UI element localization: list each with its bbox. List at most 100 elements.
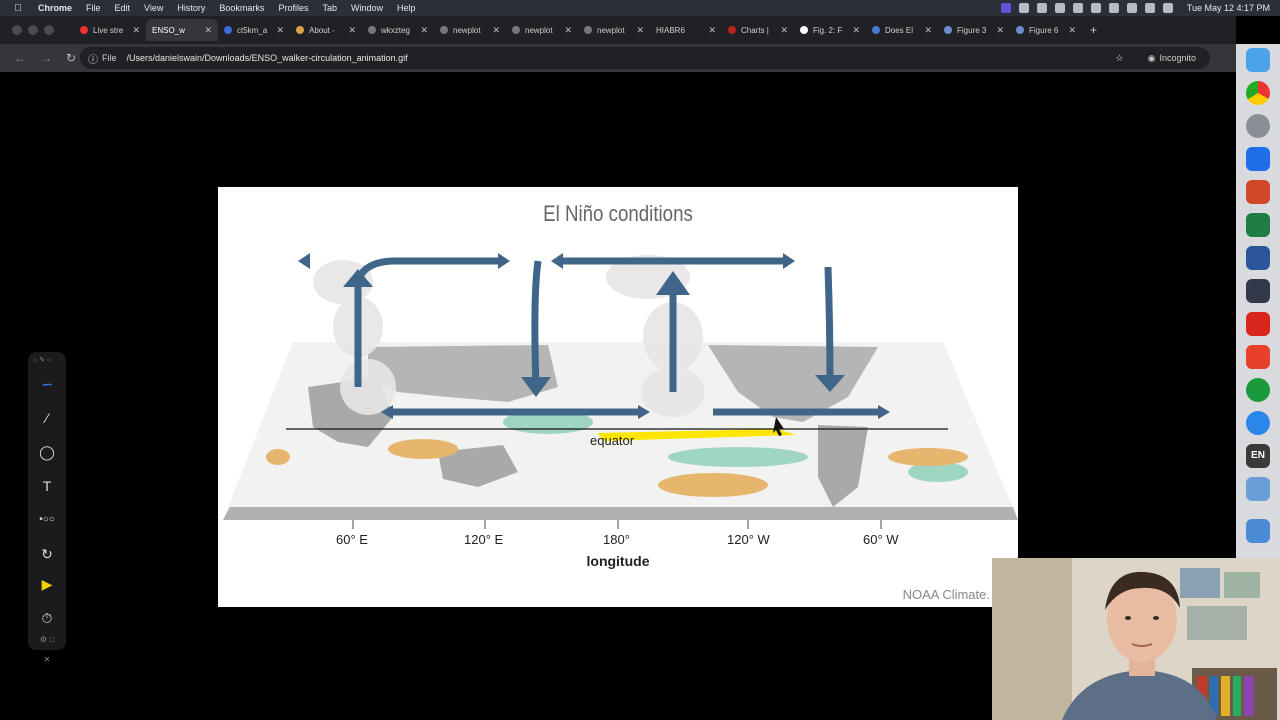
url-text[interactable]: /Users/danielswain/Downloads/ENSO_walker… <box>127 53 1116 63</box>
browser-tab[interactable]: HIABR6 ✕ <box>650 19 722 41</box>
new-tab-button[interactable]: + <box>1090 23 1097 37</box>
timer-icon[interactable]: ⏱ <box>37 608 57 628</box>
menubar-clock[interactable]: Tue May 12 4:17 PM <box>1187 3 1270 13</box>
input-language-icon[interactable]: EN <box>1246 444 1270 468</box>
browser-tab[interactable]: wkxzteg ✕ <box>362 19 434 41</box>
status-icon[interactable] <box>1072 3 1083 13</box>
powerpoint-icon[interactable] <box>1246 180 1270 204</box>
play-color-icon[interactable]: ▶ <box>37 574 57 594</box>
menu-help[interactable]: Help <box>397 3 416 13</box>
close-tab-icon[interactable]: ✕ <box>852 25 860 36</box>
browser-tab[interactable]: Live stre ✕ <box>74 19 146 41</box>
close-tab-icon[interactable]: ✕ <box>636 25 644 36</box>
close-tab-icon[interactable]: ✕ <box>420 25 428 36</box>
close-tab-icon[interactable]: ✕ <box>780 25 788 36</box>
menu-view[interactable]: View <box>144 3 163 13</box>
menu-history[interactable]: History <box>177 3 205 13</box>
text-tool-icon[interactable]: T <box>37 476 57 496</box>
bookmark-star-icon[interactable]: ☆ <box>1116 53 1124 64</box>
browser-tab[interactable]: ct5km_a ✕ <box>218 19 290 41</box>
chrome-icon[interactable] <box>1246 81 1270 105</box>
browser-tab[interactable]: Fig. 2: F ✕ <box>794 19 866 41</box>
app-icon[interactable] <box>1246 378 1270 402</box>
browser-tab[interactable]: Figure 6 ✕ <box>1010 19 1082 41</box>
app-icon[interactable] <box>1246 279 1270 303</box>
cool-anomaly-patch <box>668 447 808 467</box>
close-tab-icon[interactable]: ✕ <box>924 25 932 36</box>
warm-anomaly-patch <box>658 473 768 497</box>
favicon-icon <box>296 26 304 34</box>
close-tab-icon[interactable]: ✕ <box>996 25 1004 36</box>
dropbox-icon[interactable] <box>1246 147 1270 171</box>
app-icon[interactable] <box>1246 345 1270 369</box>
forward-arrow-icon[interactable]: → <box>40 51 52 65</box>
close-tab-icon[interactable]: ✕ <box>492 25 500 36</box>
status-icon[interactable] <box>1108 3 1119 13</box>
close-tab-icon[interactable]: ✕ <box>708 25 716 36</box>
equator-label: equator <box>590 433 635 448</box>
webcam-overlay <box>992 558 1280 720</box>
browser-tab[interactable]: Does El ✕ <box>866 19 938 41</box>
line-tool-icon[interactable]: ∕ <box>37 408 57 428</box>
close-tab-icon[interactable]: ✕ <box>348 25 356 36</box>
finder-icon[interactable] <box>1246 48 1270 72</box>
close-tab-icon[interactable]: ✕ <box>564 25 572 36</box>
close-window-button[interactable] <box>12 25 22 35</box>
address-bar[interactable]: ⓘ File /Users/danielswain/Downloads/ENSO… <box>80 47 1210 69</box>
incognito-badge[interactable]: ◉ Incognito <box>1148 53 1196 64</box>
app-icon[interactable] <box>1246 519 1270 543</box>
browser-tab-active[interactable]: ENSO_w ✕ <box>146 19 218 41</box>
rotate-tool-icon[interactable]: ↻ <box>37 544 57 564</box>
browser-tab[interactable]: newplot ✕ <box>578 19 650 41</box>
status-icon[interactable] <box>1000 3 1011 13</box>
search-icon[interactable] <box>1144 3 1155 13</box>
browser-toolbar: ← → ↻ ⓘ File /Users/danielswain/Download… <box>0 44 1236 72</box>
minimize-window-button[interactable] <box>28 25 38 35</box>
back-arrow-icon[interactable]: ← <box>14 51 26 65</box>
menu-tab[interactable]: Tab <box>322 3 337 13</box>
status-icon[interactable] <box>1018 3 1029 13</box>
tick-label-180: 180° <box>603 532 630 547</box>
close-tab-icon[interactable]: ✕ <box>204 25 212 36</box>
word-icon[interactable] <box>1246 246 1270 270</box>
menu-bookmarks[interactable]: Bookmarks <box>219 3 264 13</box>
menu-file[interactable]: File <box>86 3 101 13</box>
reload-icon[interactable]: ↻ <box>66 51 78 65</box>
browser-tab[interactable]: Charts | ✕ <box>722 19 794 41</box>
acrobat-icon[interactable] <box>1246 312 1270 336</box>
zoom-window-button[interactable] <box>44 25 54 35</box>
wifi-icon[interactable] <box>1126 3 1137 13</box>
close-tab-icon[interactable]: ✕ <box>276 25 284 36</box>
warm-anomaly-patch <box>888 448 968 466</box>
circle-tool-icon[interactable]: ◯ <box>37 442 57 462</box>
apple-icon[interactable]:  <box>10 3 26 14</box>
status-icon[interactable] <box>1036 3 1047 13</box>
menu-profiles[interactable]: Profiles <box>278 3 308 13</box>
status-icon[interactable] <box>1054 3 1065 13</box>
close-tab-icon[interactable]: ✕ <box>132 25 140 36</box>
status-icon[interactable] <box>1090 3 1101 13</box>
favicon-icon <box>872 26 880 34</box>
control-center-icon[interactable] <box>1162 3 1173 13</box>
messages-icon[interactable] <box>1246 411 1270 435</box>
browser-tab[interactable]: Figure 3 ✕ <box>938 19 1010 41</box>
annotation-tool-palette: ○ ✎ ○ ∽ ∕ ◯ T •○○ ↻ ▶ ⏱ ⚙ □ ✕ <box>28 352 66 664</box>
settings-icon[interactable] <box>1246 114 1270 138</box>
menu-app-name[interactable]: Chrome <box>38 3 72 13</box>
excel-icon[interactable] <box>1246 213 1270 237</box>
palette-footer-icons[interactable]: ⚙ □ ✕ <box>37 630 57 664</box>
favicon-icon <box>728 26 736 34</box>
browser-tab[interactable]: newplot ✕ <box>506 19 578 41</box>
preview-icon[interactable] <box>1246 477 1270 501</box>
menu-edit[interactable]: Edit <box>115 3 131 13</box>
close-tab-icon[interactable]: ✕ <box>1068 25 1076 36</box>
browser-tab[interactable]: newplot ✕ <box>434 19 506 41</box>
favicon-icon <box>1016 26 1024 34</box>
menu-window[interactable]: Window <box>351 3 383 13</box>
freehand-pen-icon[interactable]: ∽ <box>37 374 57 394</box>
info-icon[interactable]: ⓘ <box>88 51 98 66</box>
dots-tool-icon[interactable]: •○○ <box>37 510 57 530</box>
tick-label-120w: 120° W <box>727 532 770 547</box>
browser-tab[interactable]: About - ✕ <box>290 19 362 41</box>
incognito-icon: ◉ <box>1147 52 1156 63</box>
